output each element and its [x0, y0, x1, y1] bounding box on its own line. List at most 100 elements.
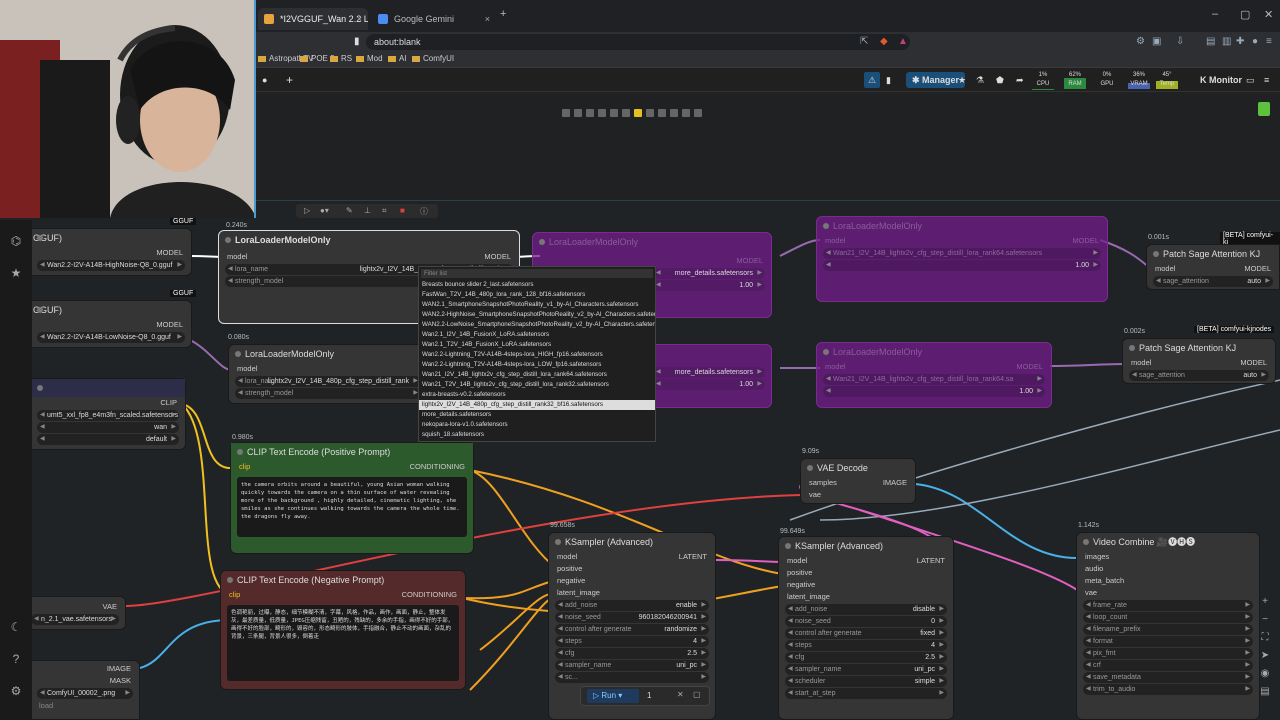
cfg-widget[interactable]: cfg 2.5 [785, 652, 947, 663]
cancel-icon[interactable]: ✕ [677, 690, 684, 699]
lora-loader-node[interactable]: LoraLoaderModelOnly model lora_na...ligh… [228, 344, 428, 404]
scheduler-widget[interactable]: sc... [555, 672, 709, 683]
dropdown-item[interactable]: Wan2.1_I2V_14B_FusionX_LoRA.safetensors [419, 330, 655, 340]
unet-loader-gguf-high[interactable]: GGUF) MODEL Wan2.2-I2V-A14B-HighNoise-Q8… [30, 228, 192, 276]
strength-widget[interactable]: 1.00 [823, 260, 1101, 271]
steps-widget[interactable]: steps 4 [785, 640, 947, 651]
select-mode-icon[interactable]: ➤ [1258, 650, 1272, 664]
dropdown-item[interactable]: Wan2.2-Lightning_T2V-A14B-4steps-lora_HI… [419, 350, 655, 360]
control-after-generate-widget[interactable]: control after generate fixed [785, 628, 947, 639]
pix-fmt-widget[interactable]: pix_fmt [1083, 648, 1253, 659]
image-widget[interactable]: ComfyUI_00002_.png [37, 688, 133, 699]
dropdown-item[interactable]: Wan2.1_T2V_14B_FusionX_LoRA.safetensors [419, 340, 655, 350]
save-metadata-widget[interactable]: save_metadata [1083, 672, 1253, 683]
sampler-name-widget[interactable]: sampler_name uni_pc [555, 660, 709, 671]
pin-icon[interactable]: ⊥ [364, 206, 371, 215]
pen-icon[interactable]: ✎ [346, 206, 353, 215]
clip-text-encode-negative[interactable]: CLIP Text Encode (Negative Prompt) clip C… [220, 570, 466, 690]
dropdown-item[interactable]: Wan21_I2V_14B_lightx2v_cfg_step_distill_… [419, 370, 655, 380]
device-widget[interactable]: default [37, 434, 179, 445]
muted-lora-node[interactable]: LoraLoaderModelOnly model MODEL Wan21_I2V… [816, 216, 1108, 302]
patch-sage-attention-node[interactable]: Patch Sage Attention KJ model MODEL sage_… [1122, 338, 1276, 384]
queue-panel-icon[interactable]: ▢ [693, 690, 701, 699]
dropdown-item[interactable]: squish_18.safetensors [419, 430, 655, 440]
toggle-links-icon[interactable]: ◉ [1258, 668, 1272, 682]
dropdown-item[interactable]: WAN2.1_SmartphoneSnapshotPhotoReality_v1… [419, 300, 655, 310]
cfg-widget[interactable]: cfg 2.5 [555, 648, 709, 659]
dropdown-item[interactable]: WAN2.2-HighNoise_SmartphoneSnapshotPhoto… [419, 310, 655, 320]
clip-name-widget[interactable]: umt5_xxl_fp8_e4m3fn_scaled.safetensors [37, 410, 179, 421]
trim-to-audio-widget[interactable]: trim_to_audio [1083, 684, 1253, 695]
dropdown-item[interactable]: Wan21_T2V_14B_lightx2v_cfg_step_distill_… [419, 380, 655, 390]
noise-seed-widget[interactable]: noise_seed 960182046200941 [555, 612, 709, 623]
unet-loader-gguf-low[interactable]: GGUF) MODEL Wan2.2-I2V-A14B-LowNoise-Q8_… [30, 300, 192, 348]
add-noise-widget[interactable]: add_noise disable [785, 604, 947, 615]
lora-name-widget[interactable]: Wan21_I2V_14B_lightx2v_cfg_step_distill_… [823, 248, 1101, 259]
info-icon[interactable]: ⓘ [420, 206, 428, 217]
zoom-out-icon[interactable]: − [1258, 614, 1272, 628]
favorites-icon[interactable]: ★ [9, 266, 23, 280]
vae-decode-node[interactable]: VAE Decode samples IMAGE vae [800, 458, 916, 504]
dropdown-item[interactable]: FastWan_T2V_14B_480p_lora_rank_128_bf16.… [419, 290, 655, 300]
run-button[interactable]: ▷ Run ▾ [587, 689, 639, 703]
fit-view-icon[interactable]: ⛶ [1258, 632, 1272, 646]
video-combine-node[interactable]: Video Combine 🎥🅥🅗🅢 images audio meta_bat… [1076, 532, 1260, 720]
dropdown-item[interactable]: more_details.safetensors [419, 410, 655, 420]
zoom-in-icon[interactable]: + [1258, 596, 1272, 610]
strength-widget[interactable]: 1.00 [823, 386, 1045, 397]
fit-icon[interactable]: ⌗ [382, 206, 387, 216]
minimap-icon[interactable]: ▤ [1258, 686, 1272, 700]
filename-prefix-widget[interactable]: filename_prefix [1083, 624, 1253, 635]
type-widget[interactable]: wan [37, 422, 179, 433]
batch-count[interactable]: 1 [647, 691, 651, 700]
loop-count-widget[interactable]: loop_count [1083, 612, 1253, 623]
strength-widget[interactable]: 1.00 [653, 280, 765, 291]
lora-name-widget[interactable]: Wan21_I2V_14B_lightx2v_cfg_step_distill_… [823, 374, 1045, 385]
negative-prompt-textarea[interactable]: 色调艳丽，过曝，静态，细节模糊不清，字幕，风格，作品，画作，画面，静止，整体发灰… [227, 605, 459, 681]
sage-attention-widget[interactable]: sage_attention auto [1129, 370, 1269, 381]
scheduler-widget[interactable]: scheduler simple [785, 676, 947, 687]
dropdown-item[interactable]: extra-breasts-v0.2.safetensors [419, 390, 655, 400]
start-at-step-widget[interactable]: start_at_step [785, 688, 947, 699]
settings-icon[interactable]: ⚙ [9, 684, 23, 698]
patch-sage-attention-node[interactable]: Patch Sage Attention KJ model MODEL sage_… [1146, 244, 1280, 290]
positive-prompt-textarea[interactable]: the camera orbits around a beautiful, yo… [237, 477, 467, 537]
frame-rate-widget[interactable]: frame_rate [1083, 600, 1253, 611]
strength-model-widget[interactable]: strength_model [235, 388, 421, 399]
color-icon[interactable]: ●▾ [320, 206, 329, 215]
sampler-name-widget[interactable]: sampler_name uni_pc [785, 664, 947, 675]
crf-widget[interactable]: crf [1083, 660, 1253, 671]
ksampler-advanced-low[interactable]: KSampler (Advanced) model LATENT positive… [778, 536, 954, 720]
lora-name-widget[interactable]: more_details.safetensors [653, 367, 765, 378]
dropdown-item[interactable]: WAN2.2-LowNoise_SmartphoneSnapshotPhotoR… [419, 320, 655, 330]
vae-name-widget[interactable]: n_2.1_vae.safetensors [31, 614, 119, 625]
lora-name-widget[interactable]: lora_na...lightx2v_I2V_14B_480p_cfg_step… [235, 376, 421, 387]
sage-attention-widget[interactable]: sage_attention auto [1153, 276, 1273, 287]
filter-input[interactable]: Filter list [421, 269, 653, 278]
play-icon[interactable]: ▷ [304, 206, 310, 215]
steps-widget[interactable]: steps 4 [555, 636, 709, 647]
dropdown-item[interactable]: nekopara-lora-v1.0.safetensors [419, 420, 655, 430]
dropdown-item[interactable]: Breasts bounce slider 2_last.safetensors [419, 280, 655, 290]
add-noise-widget[interactable]: add_noise enable [555, 600, 709, 611]
noise-seed-widget[interactable]: noise_seed 0 [785, 616, 947, 627]
dropdown-item[interactable]: Wan2.2-Lightning_T2V-A14B-4steps-lora_LO… [419, 360, 655, 370]
theme-toggle-icon[interactable]: ☾ [9, 620, 23, 634]
upload-row[interactable]: load [31, 700, 139, 712]
lora-name-widget[interactable]: more_details.safetensors [653, 268, 765, 279]
clip-loader-node[interactable]: CLIP umt5_xxl_fp8_e4m3fn_scaled.safetens… [30, 378, 186, 450]
clip-text-encode-positive[interactable]: CLIP Text Encode (Positive Prompt) clip C… [230, 442, 474, 554]
unet-name-widget[interactable]: Wan2.2-I2V-A14B-LowNoise-Q8_0.gguf [37, 332, 185, 343]
unet-name-widget[interactable]: Wan2.2-I2V-A14B-HighNoise-Q8_0.gguf [37, 260, 185, 271]
format-widget[interactable]: format [1083, 636, 1253, 647]
control-after-generate-widget[interactable]: control after generate randomize [555, 624, 709, 635]
load-image-node[interactable]: IMAGE MASK ComfyUI_00002_.png load [30, 660, 140, 720]
vae-loader-node[interactable]: VAE n_2.1_vae.safetensors [30, 596, 126, 630]
delete-icon[interactable]: ■ [400, 206, 405, 215]
lora-name-dropdown[interactable]: Filter list Breasts bounce slider 2_last… [418, 266, 656, 442]
help-icon[interactable]: ? [9, 652, 23, 666]
dropdown-item[interactable]: lightx2v_I2V_14B_480p_cfg_step_distill_r… [419, 400, 655, 410]
muted-lora-node[interactable]: LoraLoaderModelOnly model MODEL Wan21_I2V… [816, 342, 1052, 408]
strength-widget[interactable]: 1.00 [653, 379, 765, 390]
node-library-icon[interactable]: ⌬ [9, 234, 23, 248]
